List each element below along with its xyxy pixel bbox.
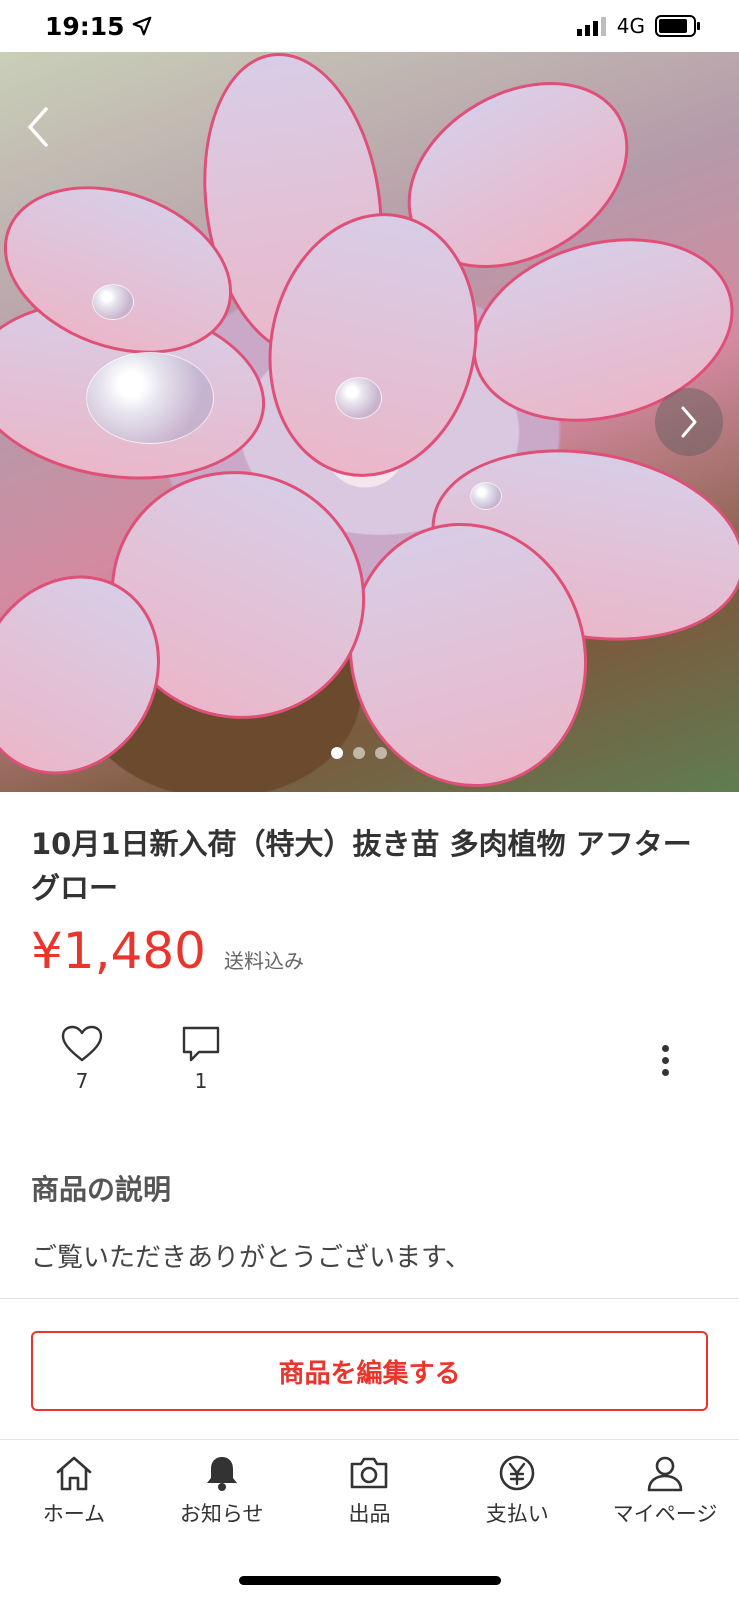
water-droplet — [470, 482, 502, 510]
product-image-carousel[interactable] — [0, 52, 739, 792]
more-dot — [661, 1044, 669, 1052]
carousel-indicator — [331, 747, 387, 759]
tab-notifications-label: お知らせ — [179, 1502, 264, 1526]
home-indicator — [239, 1576, 501, 1585]
camera-icon — [351, 1457, 388, 1489]
battery-icon — [655, 15, 700, 37]
water-droplet — [92, 284, 134, 320]
tab-mypage[interactable]: マイページ — [591, 1440, 739, 1550]
status-indicators: 4G — [576, 14, 701, 38]
next-image-button[interactable] — [655, 388, 723, 456]
tab-mypage-label: マイページ — [612, 1502, 718, 1526]
comment-count: 1 — [194, 1069, 208, 1093]
yen-circle-icon — [499, 1455, 535, 1491]
bell-icon — [206, 1457, 237, 1491]
home-icon — [56, 1456, 92, 1491]
product-price: ¥1,480 — [31, 922, 206, 980]
tab-sell-label: 出品 — [348, 1502, 391, 1526]
network-type: 4G — [616, 14, 645, 38]
status-time-text: 19:15 — [45, 11, 125, 41]
like-button[interactable]: 7 — [42, 1025, 122, 1093]
water-droplet — [86, 352, 214, 444]
tab-payment-label: 支払い — [485, 1502, 549, 1526]
description-heading: 商品の説明 — [31, 1173, 172, 1206]
tab-sell[interactable]: 出品 — [296, 1440, 444, 1550]
signal-icon — [576, 17, 606, 36]
shipping-label: 送料込み — [223, 949, 304, 973]
more-dot — [661, 1056, 669, 1064]
status-bar: 19:15 4G — [0, 0, 739, 52]
back-button[interactable] — [18, 105, 58, 155]
heart-icon — [61, 1025, 103, 1062]
carousel-dot-active[interactable] — [331, 747, 343, 759]
chevron-left-icon — [28, 107, 48, 147]
tab-payment[interactable]: 支払い — [443, 1440, 591, 1550]
person-icon — [647, 1456, 683, 1492]
comment-icon — [182, 1026, 220, 1062]
description-text: ご覧いただきありがとうございます、 — [31, 1243, 471, 1273]
chevron-right-icon — [681, 406, 697, 438]
status-time: 19:15 — [45, 12, 153, 41]
tab-home[interactable]: ホーム — [0, 1440, 148, 1550]
carousel-dot[interactable] — [375, 747, 387, 759]
tab-notifications[interactable]: お知らせ — [148, 1440, 296, 1550]
location-arrow-icon — [132, 16, 151, 36]
product-title: 10月1日新入荷（特大）抜き苗 多肉植物 アフターグロー — [31, 827, 692, 905]
price-row: ¥1,480 送料込み — [31, 922, 304, 980]
more-options-button[interactable] — [650, 1035, 680, 1085]
water-droplet — [335, 377, 382, 419]
edit-product-button[interactable]: 商品を編集する — [31, 1331, 708, 1411]
carousel-dot[interactable] — [353, 747, 365, 759]
divider — [0, 1298, 739, 1299]
more-dot — [661, 1068, 669, 1076]
action-row: 7 1 — [0, 1025, 739, 1105]
tab-home-label: ホーム — [42, 1502, 106, 1526]
comment-button[interactable]: 1 — [161, 1025, 241, 1093]
bottom-tab-bar: ホーム お知らせ 出品 支払い マイページ — [0, 1440, 739, 1550]
like-count: 7 — [75, 1069, 89, 1093]
